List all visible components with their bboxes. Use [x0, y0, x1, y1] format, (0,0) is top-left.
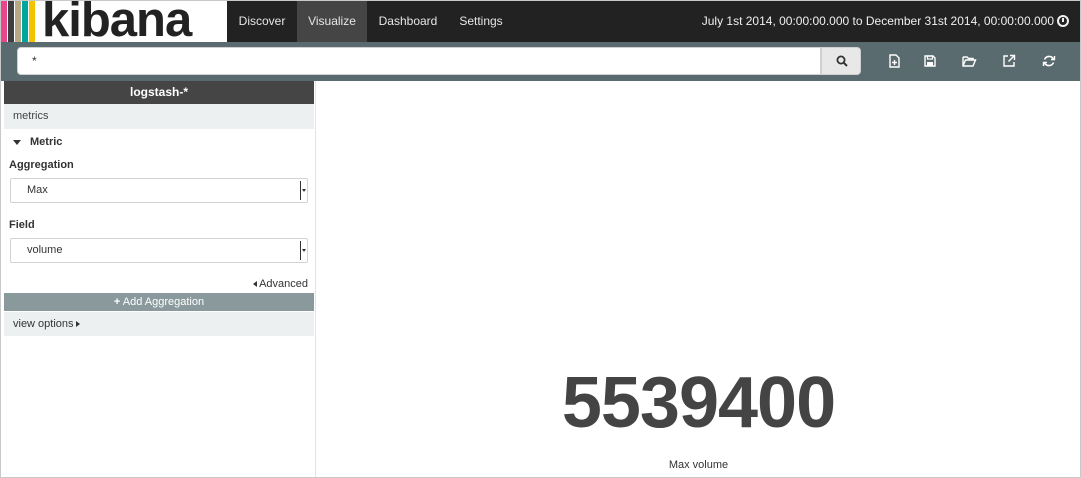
save-icon[interactable] — [921, 52, 939, 70]
advanced-toggle[interactable]: Advanced — [253, 278, 308, 290]
select-arrow-icon — [300, 181, 307, 200]
time-range-picker[interactable]: July 1st 2014, 00:00:00.000 to December … — [702, 1, 1054, 42]
kibana-app: kibana Discover Visualize Dashboard Sett… — [0, 0, 1081, 478]
metrics-section-header: metrics — [4, 104, 314, 129]
search-button[interactable] — [821, 47, 861, 75]
aggregation-select-value: Max — [27, 184, 48, 196]
metric-value: 5539400 — [561, 363, 836, 443]
nav-discover[interactable]: Discover — [227, 1, 297, 42]
metric-toggle-label: Metric — [30, 136, 63, 148]
nav-settings[interactable]: Settings — [449, 1, 513, 42]
aggregation-label: Aggregation — [9, 159, 74, 171]
nav-visualize[interactable]: Visualize — [297, 1, 367, 42]
visualization-panel: 5539400 Max volume — [315, 81, 1080, 477]
aggregation-select[interactable]: Max — [10, 178, 308, 203]
logo-stripe — [29, 1, 35, 42]
search-icon — [836, 55, 848, 67]
search-input[interactable]: * — [17, 47, 821, 75]
search-bar-row: * — [1, 42, 1080, 81]
add-aggregation-label: Add Aggregation — [122, 296, 205, 308]
logo-stripe — [8, 1, 14, 42]
add-aggregation-button[interactable]: + Add Aggregation — [4, 293, 314, 311]
advanced-toggle-label: Advanced — [259, 278, 308, 290]
open-icon[interactable] — [960, 52, 978, 70]
field-select-value: volume — [27, 244, 63, 256]
select-arrow-icon — [300, 241, 307, 260]
view-options-label: view options — [13, 318, 74, 330]
field-select[interactable]: volume — [10, 238, 308, 263]
kibana-logo[interactable]: kibana — [1, 1, 227, 42]
caret-left-icon — [253, 281, 258, 288]
caret-down-icon — [13, 139, 21, 145]
logo-stripe — [22, 1, 28, 42]
top-navbar: kibana Discover Visualize Dashboard Sett… — [1, 1, 1080, 42]
new-visualization-icon[interactable] — [885, 52, 903, 70]
metric-toggle[interactable]: Metric — [13, 136, 62, 148]
nav-dashboard[interactable]: Dashboard — [367, 1, 449, 42]
field-label: Field — [9, 219, 35, 231]
clock-icon[interactable] — [1057, 15, 1069, 27]
share-icon[interactable] — [1000, 52, 1018, 70]
refresh-icon[interactable] — [1040, 52, 1058, 70]
caret-right-icon — [75, 321, 80, 328]
sidebar: logstash-* metrics Metric Aggregation Ma… — [4, 81, 314, 477]
index-pattern-title: logstash-* — [4, 81, 314, 104]
plus-icon: + — [113, 296, 121, 308]
logo-stripe — [15, 1, 21, 42]
metric-label: Max volume — [668, 459, 729, 471]
view-options-toggle[interactable]: view options — [4, 312, 314, 336]
logo-text: kibana — [42, 1, 192, 42]
logo-stripe — [1, 1, 7, 42]
